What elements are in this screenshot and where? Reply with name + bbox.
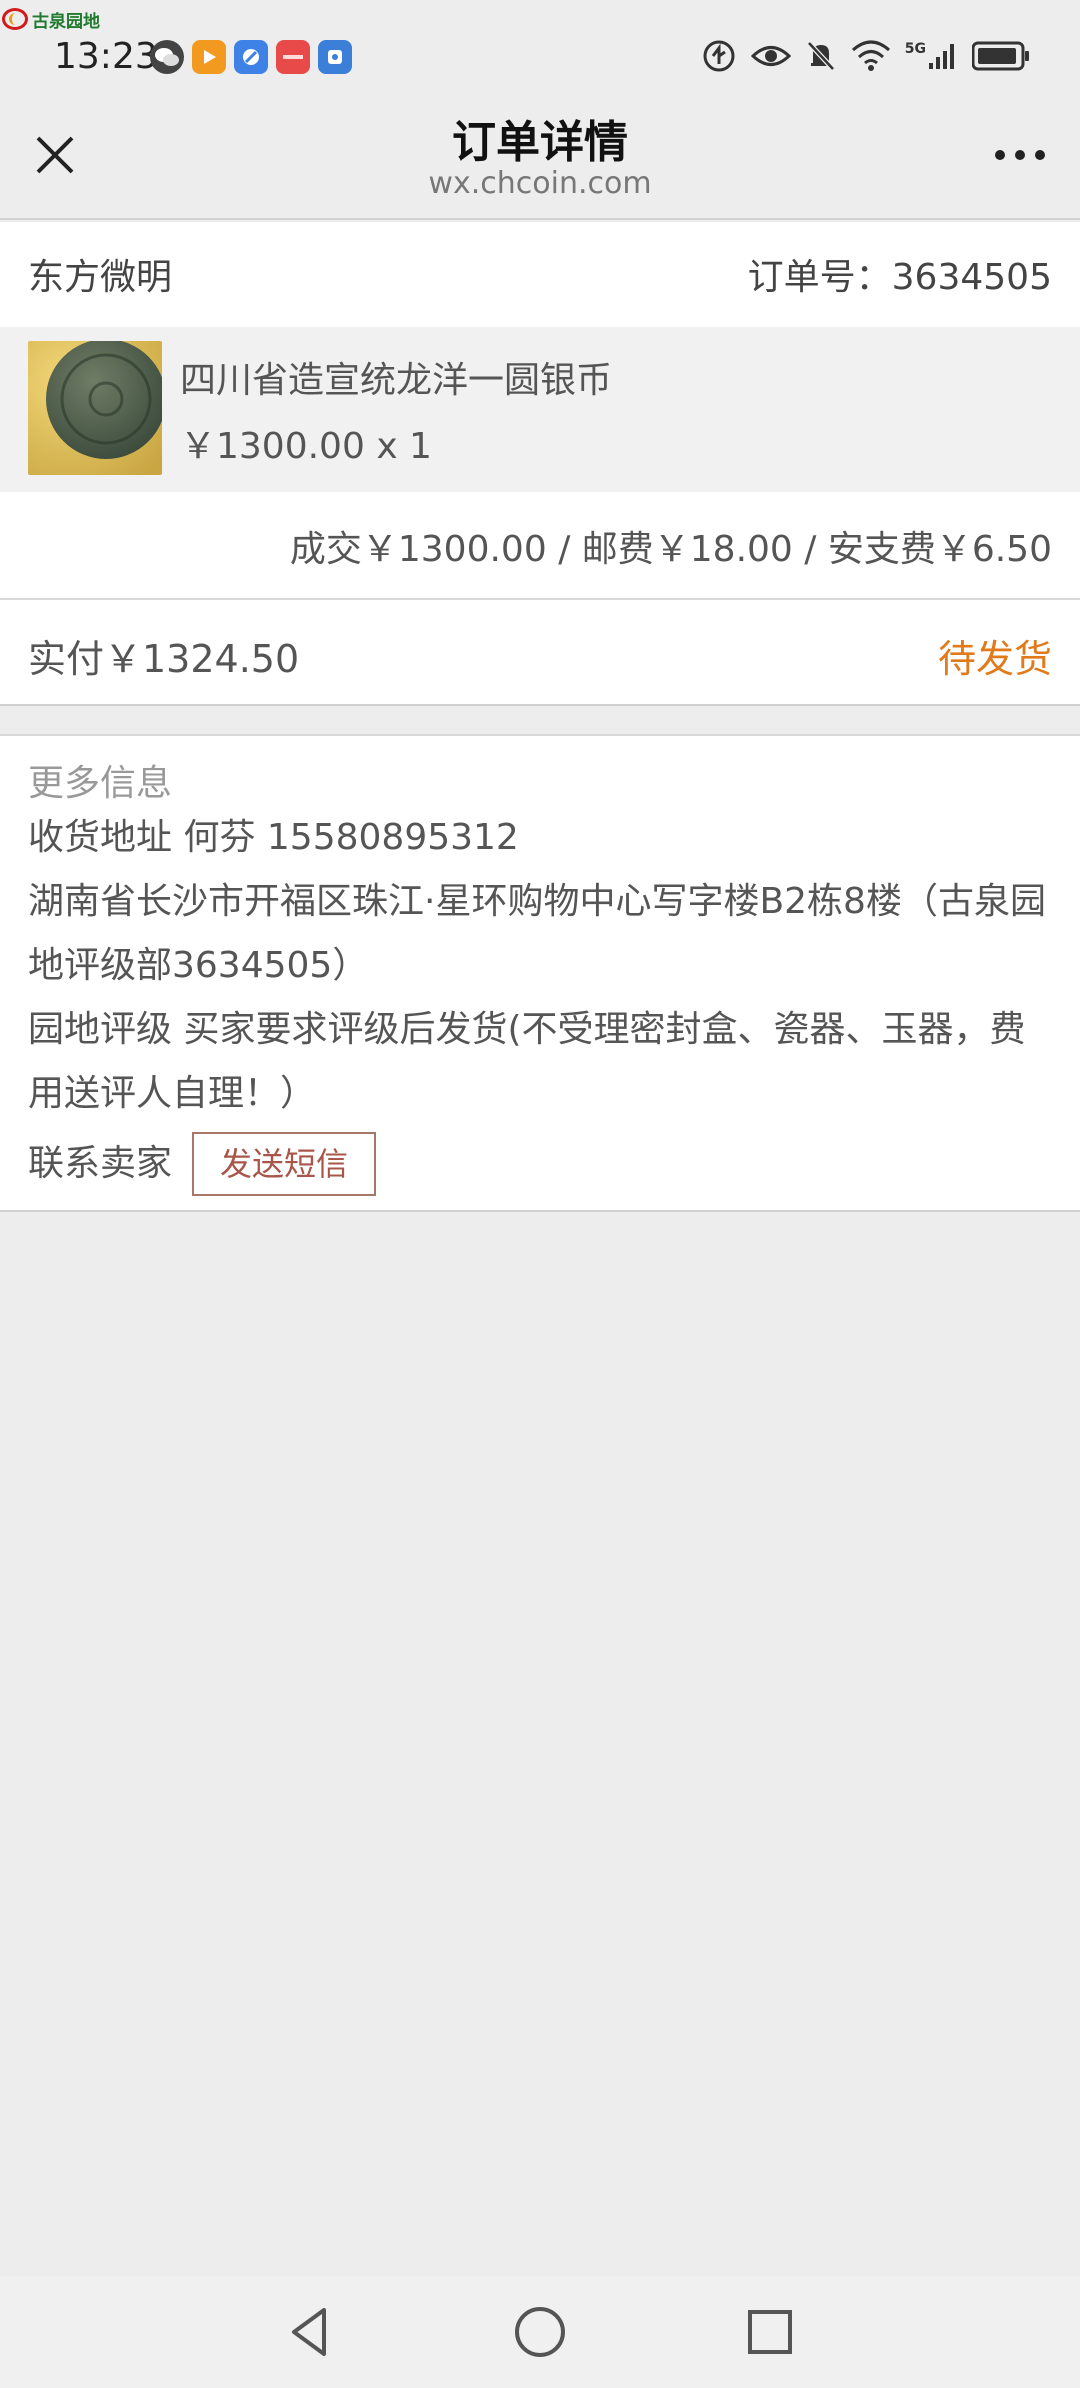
receiver-info: 收货地址 何芬 15580895312 xyxy=(28,817,519,858)
more-icon xyxy=(1035,150,1045,160)
video-app-icon xyxy=(192,40,226,74)
item-thumbnail[interactable] xyxy=(28,341,162,475)
watermark: 古泉园地 xyxy=(2,4,100,34)
recents-button[interactable] xyxy=(740,2302,800,2362)
watermark-logo-icon xyxy=(2,8,28,30)
item-price-qty: ￥1300.00 x 1 xyxy=(180,426,432,467)
order-number: 订单号：3634505 xyxy=(747,257,1052,298)
order-status: 待发货 xyxy=(937,637,1052,681)
eye-comfort-icon xyxy=(750,46,791,66)
mute-bell-icon xyxy=(806,41,835,71)
shop-name[interactable]: 东方微明 xyxy=(28,248,172,300)
home-button[interactable] xyxy=(510,2302,570,2362)
back-icon xyxy=(292,2308,326,2356)
contact-seller-label: 联系卖家 xyxy=(28,1143,173,1184)
back-button[interactable] xyxy=(280,2302,340,2362)
home-icon xyxy=(515,2307,565,2357)
signal-icon: 5G xyxy=(905,41,958,71)
shop-row: 东方微明 订单号：3634505 xyxy=(0,222,1080,327)
system-nav-bar xyxy=(0,2276,1080,2388)
network-type-label: 5G xyxy=(904,41,926,57)
battery-icon xyxy=(972,41,1029,71)
watermark-text: 古泉园地 xyxy=(32,11,100,32)
more-button[interactable] xyxy=(990,140,1050,170)
wifi-icon xyxy=(851,40,890,71)
status-time: 13:23 xyxy=(54,36,158,77)
grading-note: 园地评级 买家要求评级后发货(不受理密封盒、瓷器、玉器，费用送评人自理！） xyxy=(28,1009,1026,1114)
payment-row: 实付￥1324.50 待发货 xyxy=(0,600,1080,706)
more-info-section: 更多信息 收货地址 何芬 15580895312 湖南省长沙市开福区珠江·星环购… xyxy=(0,734,1080,1212)
nav-bar: 订单详情 wx.chcoin.com xyxy=(0,100,1080,220)
huawei-app-icon xyxy=(276,40,310,74)
more-icon xyxy=(995,150,1005,160)
browser-app-icon xyxy=(234,40,268,74)
wallet-app-icon xyxy=(318,40,352,74)
status-right-icons: 5G xyxy=(701,38,1030,74)
more-icon xyxy=(1015,150,1025,160)
fee-row: 成交￥1300.00 / 邮费￥18.00 / 安支费￥6.50 xyxy=(0,492,1080,600)
shipping-address: 湖南省长沙市开福区珠江·星环购物中心写字楼B2栋8楼（古泉园地评级部363450… xyxy=(28,881,1046,986)
wechat-icon xyxy=(150,40,184,74)
order-detail-page: 古泉园地 13:23 5G 订单详情 wx.chcoin.com 东方微明 订单… xyxy=(0,0,1080,2388)
contact-seller-row: 联系卖家 发送短信 xyxy=(28,1132,1052,1196)
status-bar: 古泉园地 13:23 5G xyxy=(0,0,1080,100)
item-title: 四川省造宣统龙洋一圆银币 xyxy=(180,360,613,401)
notification-icons xyxy=(150,40,352,74)
recents-icon xyxy=(748,2310,792,2354)
fee-breakdown: 成交￥1300.00 / 邮费￥18.00 / 安支费￥6.50 xyxy=(289,529,1052,570)
page-title: 订单详情 xyxy=(452,117,628,168)
data-saver-icon xyxy=(703,40,735,72)
order-item[interactable]: 四川省造宣统龙洋一圆银币 ￥1300.00 x 1 xyxy=(0,327,1080,492)
paid-amount: 实付￥1324.50 xyxy=(28,637,300,681)
page-domain: wx.chcoin.com xyxy=(428,166,652,201)
more-info-title: 更多信息 xyxy=(28,763,173,804)
send-sms-button[interactable]: 发送短信 xyxy=(192,1132,377,1196)
